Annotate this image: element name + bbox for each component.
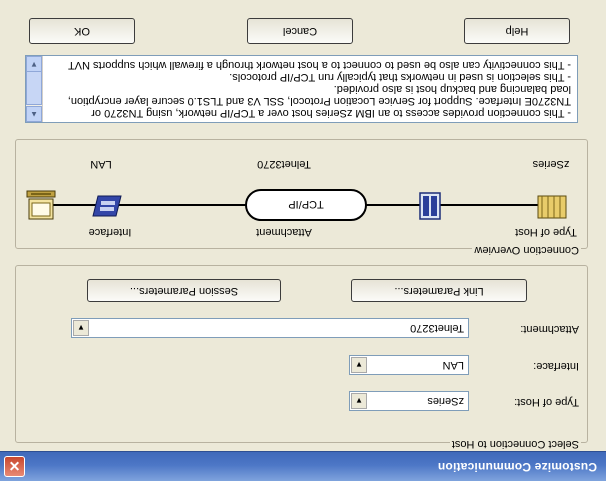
protocol-label: TCP/IP	[288, 198, 324, 210]
chevron-down-icon[interactable]: ▼	[26, 56, 42, 72]
attachment-name-caption: Telnet3270	[257, 158, 311, 170]
type-of-host-label: Type of Host:	[514, 396, 579, 408]
description-box[interactable]: ▲ ▼ - This connection provides access to…	[25, 55, 578, 123]
attachment-label: Attachment:	[520, 323, 579, 335]
attachment-caption: Attachment	[256, 226, 312, 238]
window-title: Customize Communication	[437, 460, 597, 474]
chevron-up-icon[interactable]: ▲	[26, 106, 42, 122]
description-line: - This connectivity can also be used to …	[68, 59, 571, 71]
link-parameters-button[interactable]: Link Parameters...	[351, 279, 527, 302]
type-of-host-value: zSeries	[427, 395, 464, 407]
description-scrollbar[interactable]: ▲ ▼	[26, 56, 43, 122]
description-line: - This connection provides access to an …	[91, 107, 571, 119]
protocol-node: TCP/IP	[245, 189, 367, 221]
type-of-host-caption: Type of Host	[515, 226, 577, 238]
chevron-down-icon[interactable]: ▼	[73, 320, 89, 336]
title-bar[interactable]: Customize Communication ✕	[0, 451, 606, 481]
description-line: load balancing and backup host is also p…	[333, 83, 571, 95]
lan-card-icon	[92, 194, 122, 218]
close-button[interactable]: ✕	[4, 456, 25, 477]
help-button[interactable]: Help	[464, 18, 570, 44]
dialog-window: Customize Communication ✕ Select Connect…	[0, 0, 606, 481]
chevron-down-icon[interactable]: ▼	[351, 357, 367, 373]
chevron-down-icon[interactable]: ▼	[351, 393, 367, 409]
select-connection-group: Select Connection to Host Type of Host: …	[15, 265, 588, 450]
connection-overview-legend: Connection Overview	[472, 244, 581, 256]
attachment-dropdown[interactable]: Telnet3270 ▼	[71, 318, 469, 338]
session-parameters-button[interactable]: Session Parameters...	[87, 279, 281, 302]
channel-icon	[418, 192, 442, 220]
interface-caption: Interface	[88, 226, 132, 238]
description-line: - This selection is used in networks tha…	[229, 71, 571, 83]
interface-label: Interface:	[533, 360, 579, 372]
mainframe-icon	[535, 194, 569, 220]
attachment-value: Telnet3270	[410, 322, 464, 334]
description-line: TN3270E Interface. Support for Service L…	[67, 95, 571, 107]
network-caption: LAN	[90, 158, 112, 170]
host-name-caption: zSeries	[532, 158, 570, 170]
type-of-host-dropdown[interactable]: zSeries ▼	[349, 391, 469, 411]
cancel-button[interactable]: Cancel	[247, 18, 353, 44]
interface-dropdown[interactable]: LAN ▼	[349, 355, 469, 375]
interface-value: LAN	[442, 359, 464, 371]
ok-button[interactable]: OK	[29, 18, 135, 44]
pc-icon	[25, 189, 57, 221]
connection-overview-group: Connection Overview Type of Host Attachm…	[15, 139, 588, 256]
select-connection-legend: Select Connection to Host	[449, 438, 581, 450]
